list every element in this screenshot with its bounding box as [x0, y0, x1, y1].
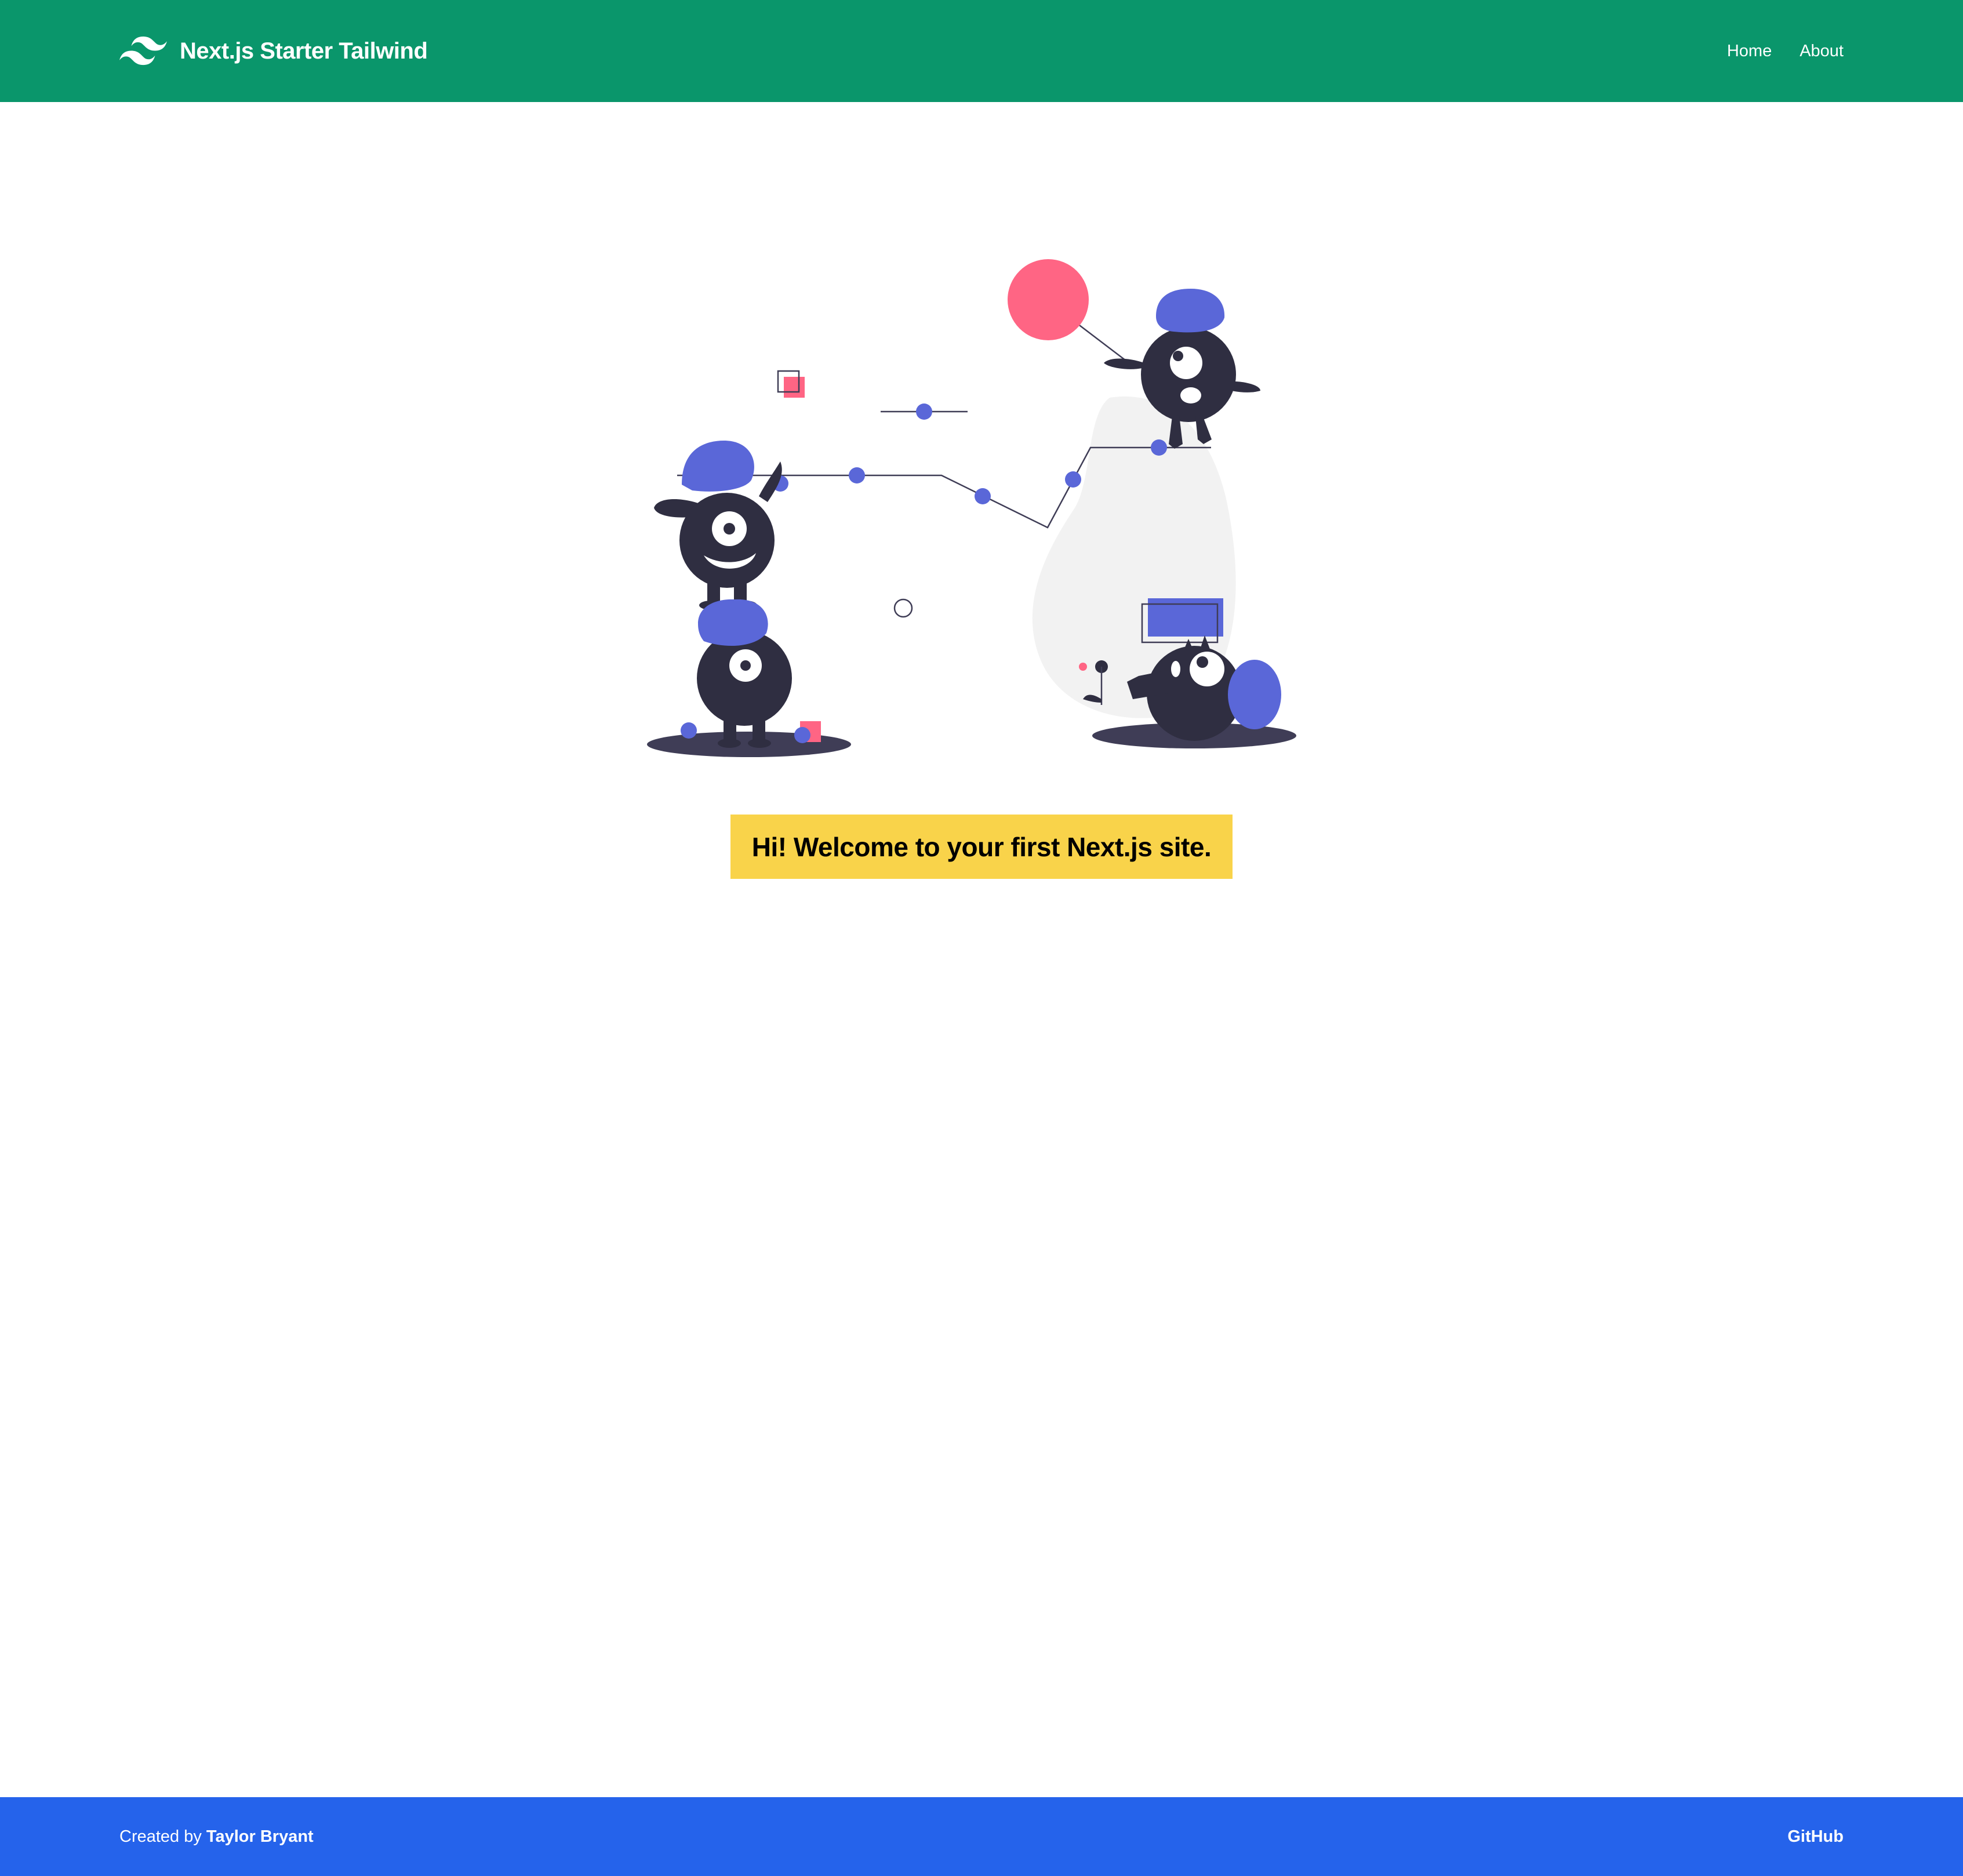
welcome-heading: Hi! Welcome to your first Next.js site. [751, 831, 1212, 862]
site-header: Next.js Starter Tailwind Home About [0, 0, 1963, 102]
small-ring [893, 598, 913, 618]
nav-link-about[interactable]: About [1800, 42, 1844, 61]
nav-link-home[interactable]: Home [1727, 42, 1772, 61]
main-nav: Home About [1699, 42, 1844, 61]
brand-link[interactable]: Next.js Starter Tailwind [119, 37, 428, 66]
github-link[interactable]: GitHub [1787, 1827, 1844, 1846]
balloon-string [1077, 323, 1131, 365]
author-link[interactable]: Taylor Bryant [206, 1827, 314, 1846]
site-footer: Created by Taylor Bryant GitHub [0, 1797, 1963, 1876]
welcome-banner: Hi! Welcome to your first Next.js site. [730, 815, 1233, 879]
monster-bottom-left [681, 599, 821, 748]
site-title: Next.js Starter Tailwind [180, 38, 428, 64]
main-content: Hi! Welcome to your first Next.js site. [0, 102, 1963, 1876]
balloon [1008, 259, 1089, 340]
credit-prefix: Created by [119, 1827, 202, 1846]
page: Next.js Starter Tailwind Home About Hi! … [0, 0, 1963, 1876]
credit-text: Created by Taylor Bryant [119, 1827, 314, 1846]
monster-top-left [654, 441, 782, 610]
tailwind-logo-icon [119, 37, 167, 66]
monsters-illustration-icon [647, 259, 1296, 757]
